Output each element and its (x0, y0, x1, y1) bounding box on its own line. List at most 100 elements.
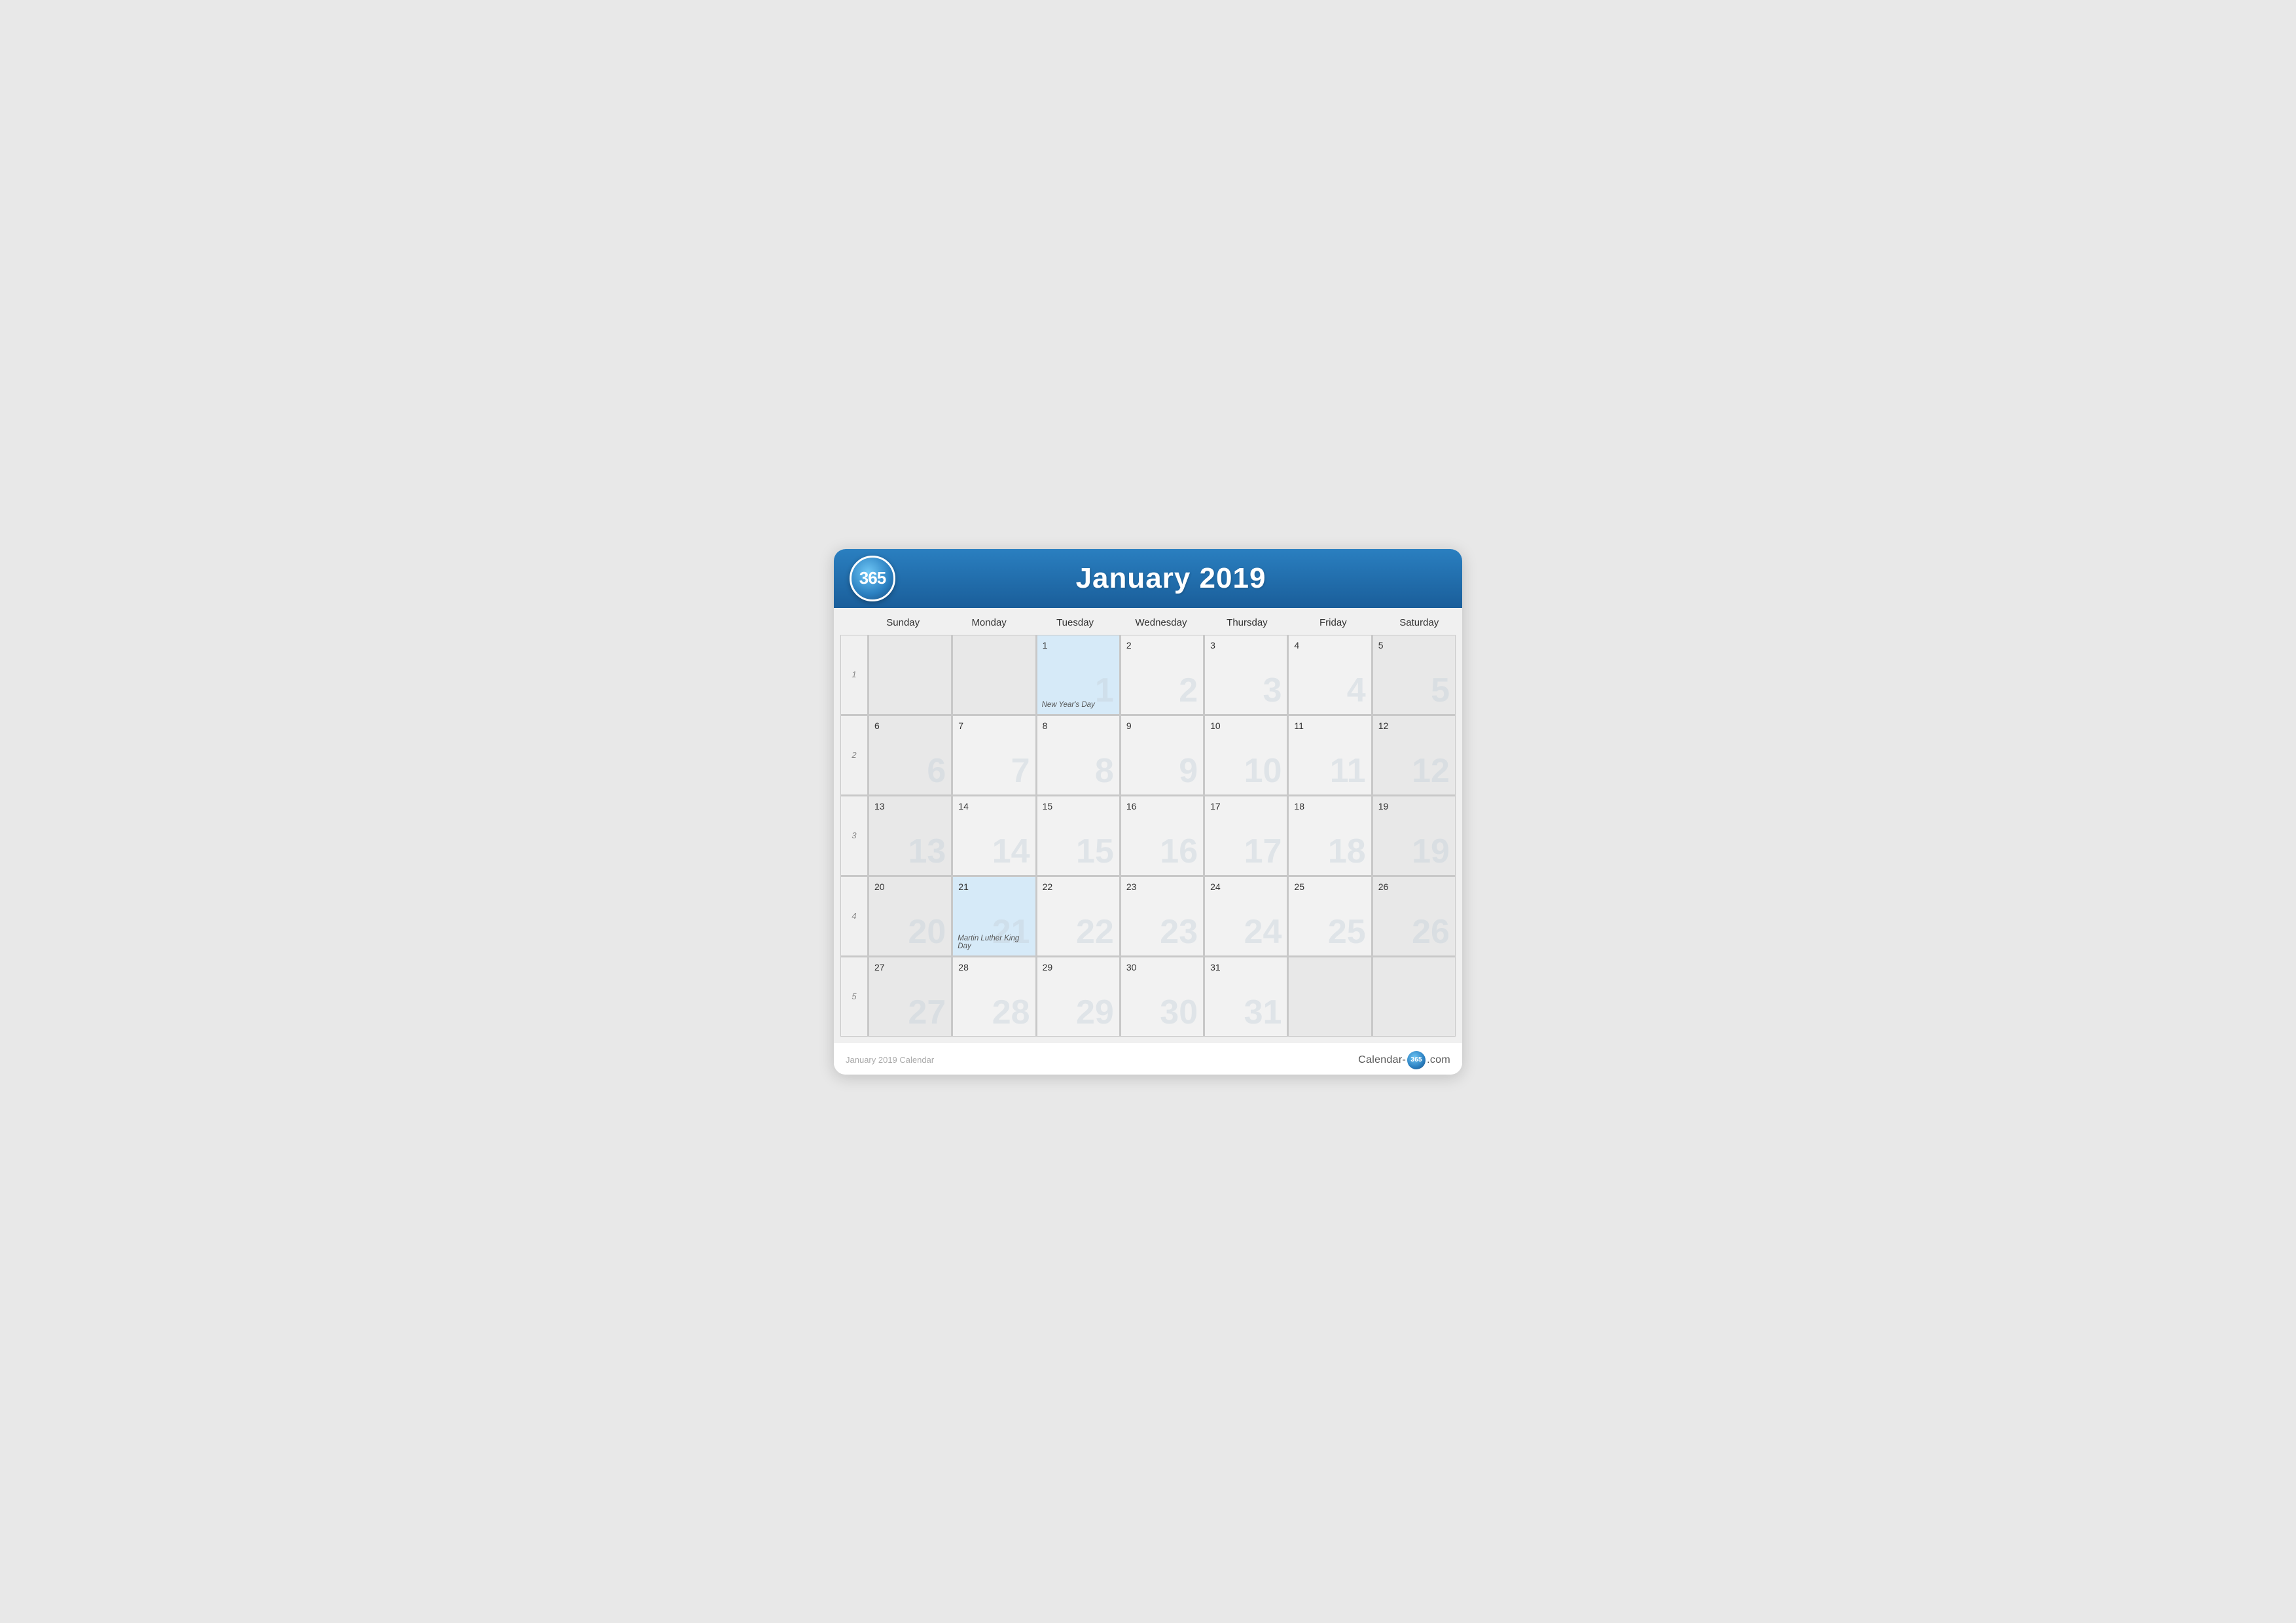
day-cell-22: 22 22 (1037, 877, 1119, 955)
day-cell-7: 77 (953, 716, 1035, 794)
day-cell-empty (869, 635, 951, 714)
day-watermark-8: 8 (1095, 754, 1114, 788)
day-watermark-15: 15 (1076, 834, 1114, 868)
day-number-14: 14 (958, 801, 1030, 812)
day-cell-3: 33 (1205, 635, 1287, 714)
day-number-30: 30 (1126, 962, 1198, 972)
day-cell-2: 22 (1121, 635, 1203, 714)
day-cell-11: 11 11 (1289, 716, 1371, 794)
calendar-body: 111New Year's Day22334455266778899101011… (834, 635, 1462, 1043)
day-number-24: 24 (1210, 882, 1282, 892)
day-number-21: 21 (958, 882, 1030, 892)
day-watermark-29: 29 (1076, 995, 1114, 1029)
day-number-26: 26 (1378, 882, 1450, 892)
day-header-sunday: Sunday (860, 608, 946, 635)
day-number-17: 17 (1210, 801, 1282, 812)
footer-brand-after: .com (1427, 1054, 1450, 1066)
footer-brand-before: Calendar- (1358, 1054, 1406, 1066)
day-watermark-26: 26 (1412, 915, 1450, 949)
week-num-4: 4 (841, 877, 867, 955)
day-watermark-6: 6 (927, 754, 946, 788)
day-cell-30: 30 30 (1121, 957, 1203, 1036)
day-watermark-18: 18 (1328, 834, 1366, 868)
day-cell-empty (1373, 957, 1455, 1036)
day-number-3: 3 (1210, 640, 1282, 651)
day-number-22: 22 (1043, 882, 1114, 892)
day-number-19: 19 (1378, 801, 1450, 812)
day-watermark-16: 16 (1160, 834, 1198, 868)
day-watermark-27: 27 (908, 995, 946, 1029)
day-header-monday: Monday (946, 608, 1031, 635)
day-cell-18: 1818 (1289, 796, 1371, 875)
day-cell-29: 2929 (1037, 957, 1119, 1036)
day-number-9: 9 (1126, 721, 1198, 731)
day-watermark-22: 22 (1076, 915, 1114, 949)
day-cell-1: 11New Year's Day (1037, 635, 1119, 714)
day-watermark-19: 19 (1412, 834, 1450, 868)
day-watermark-20: 20 (908, 915, 946, 949)
day-watermark-24: 24 (1244, 915, 1282, 949)
day-watermark-12: 12 (1412, 754, 1450, 788)
calendar-footer: January 2019 Calendar Calendar- 365 .com (834, 1043, 1462, 1075)
holiday-label-1: New Year's Day (1042, 701, 1117, 709)
day-header-saturday: Saturday (1376, 608, 1462, 635)
day-header-thursday: Thursday (1204, 608, 1290, 635)
day-number-18: 18 (1294, 801, 1365, 812)
day-cell-5: 55 (1373, 635, 1455, 714)
day-watermark-4: 4 (1347, 673, 1366, 707)
day-number-27: 27 (874, 962, 946, 972)
week-num-1: 1 (841, 635, 867, 714)
day-cell-8: 88 (1037, 716, 1119, 794)
day-headers-row: Sunday Monday Tuesday Wednesday Thursday… (834, 608, 1462, 635)
logo-badge: 365 (850, 556, 895, 601)
day-cell-6: 66 (869, 716, 951, 794)
calendar-grid: 111New Year's Day22334455266778899101011… (840, 635, 1456, 1037)
day-watermark-23: 23 (1160, 915, 1198, 949)
day-number-15: 15 (1043, 801, 1114, 812)
day-watermark-13: 13 (908, 834, 946, 868)
day-number-13: 13 (874, 801, 946, 812)
day-cell-24: 24 24 (1205, 877, 1287, 955)
day-number-8: 8 (1043, 721, 1114, 731)
day-cell-14: 14 14 (953, 796, 1035, 875)
day-watermark-11: 11 (1330, 754, 1366, 788)
day-watermark-2: 2 (1179, 673, 1198, 707)
day-number-11: 11 (1294, 721, 1365, 731)
day-cell-9: 99 (1121, 716, 1203, 794)
day-number-7: 7 (958, 721, 1030, 731)
day-watermark-28: 28 (992, 995, 1030, 1029)
day-watermark-30: 30 (1160, 995, 1198, 1029)
day-number-12: 12 (1378, 721, 1450, 731)
day-cell-17: 1717 (1205, 796, 1287, 875)
day-number-16: 16 (1126, 801, 1198, 812)
day-cell-31: 31 31 (1205, 957, 1287, 1036)
day-cell-empty (953, 635, 1035, 714)
calendar-container: 365 January 2019 Sunday Monday Tuesday W… (834, 549, 1462, 1075)
day-watermark-31: 31 (1244, 995, 1282, 1029)
day-cell-23: 2323 (1121, 877, 1203, 955)
day-number-5: 5 (1378, 640, 1450, 651)
day-number-2: 2 (1126, 640, 1198, 651)
day-cell-10: 1010 (1205, 716, 1287, 794)
day-number-20: 20 (874, 882, 946, 892)
week-num-header-spacer (834, 608, 860, 635)
day-watermark-9: 9 (1179, 754, 1198, 788)
day-number-31: 31 (1210, 962, 1282, 972)
day-watermark-5: 5 (1431, 673, 1450, 707)
day-watermark-25: 25 (1328, 915, 1366, 949)
day-number-28: 28 (958, 962, 1030, 972)
calendar-header: 365 January 2019 (834, 549, 1462, 608)
day-cell-27: 27 27 (869, 957, 951, 1036)
week-num-2: 2 (841, 716, 867, 794)
day-cell-25: 2525 (1289, 877, 1371, 955)
calendar-title: January 2019 (895, 562, 1446, 595)
day-header-wednesday: Wednesday (1118, 608, 1204, 635)
day-header-friday: Friday (1290, 608, 1376, 635)
day-cell-empty (1289, 957, 1371, 1036)
holiday-label-21: Martin Luther King Day (958, 935, 1032, 950)
day-watermark-14: 14 (992, 834, 1030, 868)
day-watermark-17: 17 (1244, 834, 1282, 868)
day-number-10: 10 (1210, 721, 1282, 731)
week-num-5: 5 (841, 957, 867, 1036)
footer-logo-badge: 365 (1407, 1051, 1426, 1069)
